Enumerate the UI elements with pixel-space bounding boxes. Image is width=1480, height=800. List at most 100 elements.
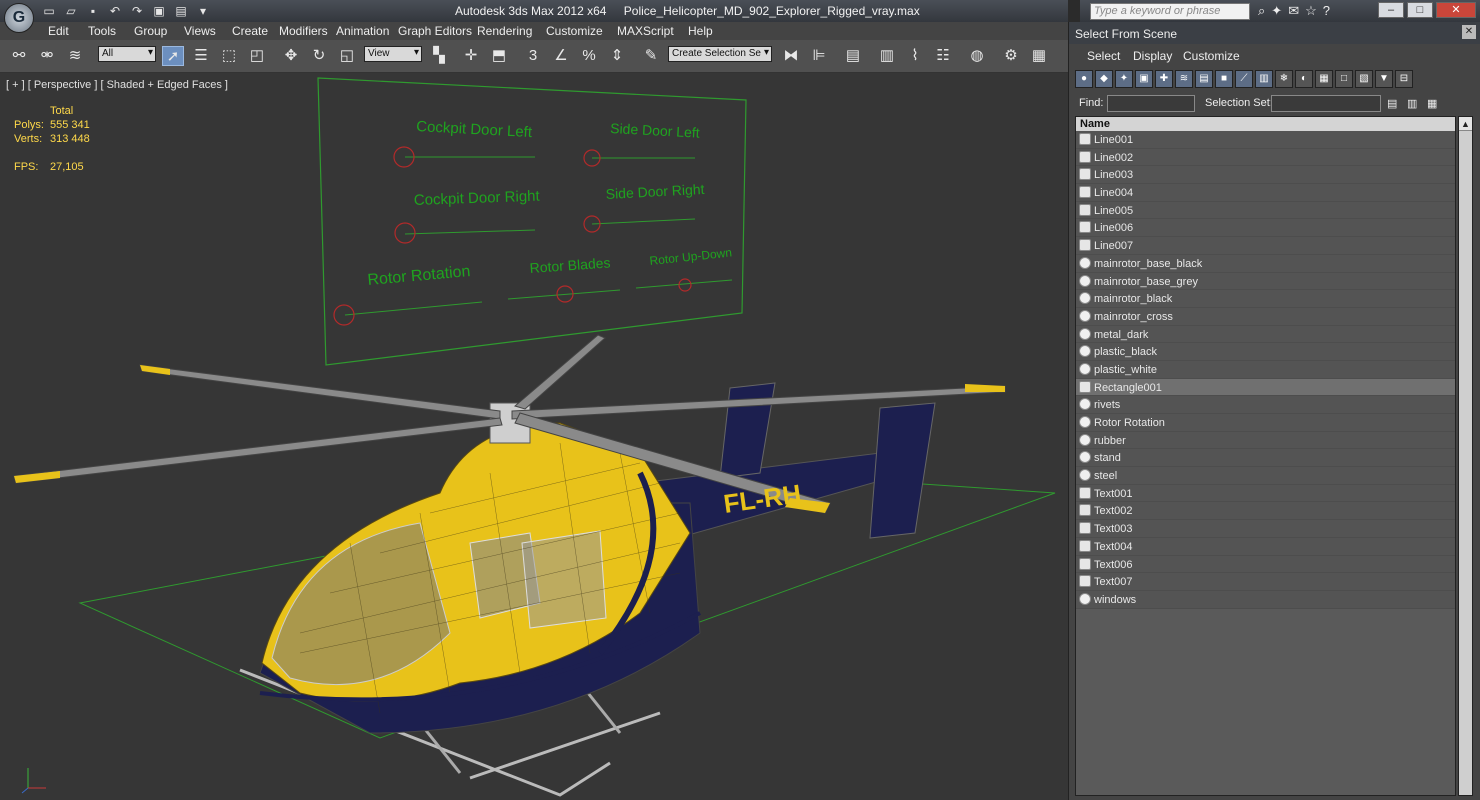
list-item[interactable]: Rotor Rotation xyxy=(1076,414,1455,432)
selection-set-remove-icon[interactable]: ▦ xyxy=(1427,97,1437,110)
list-item[interactable]: plastic_black xyxy=(1076,343,1455,361)
communication-icon[interactable]: ✉ xyxy=(1288,3,1299,19)
pivot-center-icon[interactable]: ▚ xyxy=(428,46,450,66)
list-item[interactable]: steel xyxy=(1076,467,1455,485)
display-xrefs-icon[interactable]: ■ xyxy=(1215,70,1233,88)
list-item[interactable]: mainrotor_base_grey xyxy=(1076,272,1455,291)
display-frozen-icon[interactable]: ❄ xyxy=(1275,70,1293,88)
name-column-header[interactable]: Name xyxy=(1076,117,1455,131)
menu-edit[interactable]: Edit xyxy=(48,24,69,38)
select-and-rotate-icon[interactable]: ↻ xyxy=(308,46,330,66)
slider-knob-rotor-rotation[interactable] xyxy=(333,304,355,326)
list-item[interactable]: Line004 xyxy=(1076,184,1455,202)
list-item[interactable]: Line002 xyxy=(1076,148,1455,167)
help-icon[interactable]: ? xyxy=(1323,3,1330,19)
list-item[interactable]: Text002 xyxy=(1076,502,1455,521)
display-geometry-icon[interactable]: ● xyxy=(1075,70,1093,88)
menu-maxscript[interactable]: MAXScript xyxy=(617,24,674,38)
viewport-label[interactable]: [ + ] [ Perspective ] [ Shaded + Edged F… xyxy=(6,79,228,91)
list-item[interactable]: Line003 xyxy=(1076,166,1455,185)
rectangular-selection-icon[interactable]: ⬚ xyxy=(218,46,240,66)
display-groups-icon[interactable]: ▤ xyxy=(1195,70,1213,88)
app-logo[interactable]: G xyxy=(4,3,34,33)
list-item[interactable]: plastic_white xyxy=(1076,360,1455,379)
align-icon[interactable]: ⊫ xyxy=(808,46,830,66)
filter-icon[interactable]: ▼ xyxy=(1375,70,1393,88)
new-file-icon[interactable]: ▭ xyxy=(40,3,58,19)
bind-to-space-warp-icon[interactable]: ≋ xyxy=(64,46,86,66)
display-bones-icon[interactable]: ⟋ xyxy=(1235,70,1253,88)
percent-snap-icon[interactable]: % xyxy=(578,46,600,66)
selection-filter-dropdown[interactable]: All xyxy=(98,46,156,62)
menu-group[interactable]: Group xyxy=(134,24,167,38)
keyword-search-input[interactable]: Type a keyword or phrase xyxy=(1090,3,1250,20)
select-object-icon[interactable]: ➚ xyxy=(162,46,184,66)
list-item[interactable]: Text003 xyxy=(1076,520,1455,538)
minimize-button[interactable]: – xyxy=(1378,2,1404,18)
undo-icon[interactable]: ↶ xyxy=(106,3,124,19)
unlink-icon[interactable]: ⚮ xyxy=(36,46,58,66)
menu-tools[interactable]: Tools xyxy=(88,24,116,38)
list-item[interactable]: mainrotor_base_black xyxy=(1076,254,1455,273)
list-item[interactable]: Line001 xyxy=(1076,131,1455,149)
menu-create[interactable]: Create xyxy=(232,24,268,38)
filter-options-icon[interactable]: ⊟ xyxy=(1395,70,1413,88)
display-lights-icon[interactable]: ✦ xyxy=(1115,70,1133,88)
list-item[interactable]: Text004 xyxy=(1076,537,1455,556)
display-helpers-icon[interactable]: ✚ xyxy=(1155,70,1173,88)
close-button[interactable]: ✕ xyxy=(1436,2,1476,18)
list-item[interactable]: Rectangle001 xyxy=(1076,378,1455,397)
menu-help[interactable]: Help xyxy=(688,24,713,38)
menu-customize[interactable]: Customize xyxy=(546,24,603,38)
render-setup-icon[interactable]: ⚙ xyxy=(1000,46,1022,66)
select-by-name-icon[interactable]: ☰ xyxy=(190,46,212,66)
graphite-ribbon-icon[interactable]: ▥ xyxy=(876,46,898,66)
render-frame-icon[interactable]: ▦ xyxy=(1028,46,1050,66)
list-item[interactable]: Line006 xyxy=(1076,219,1455,238)
window-crossing-icon[interactable]: ◰ xyxy=(246,46,268,66)
selection-set-dropdown[interactable] xyxy=(1271,95,1381,112)
named-selection-set-dropdown[interactable]: Create Selection Se xyxy=(668,46,772,62)
perspective-viewport[interactable]: Cockpit Door Left Side Door Left Cockpit… xyxy=(0,73,1068,800)
save-icon[interactable]: ▪ xyxy=(84,3,102,19)
list-item[interactable]: windows xyxy=(1076,590,1455,609)
open-file-icon[interactable]: ▱ xyxy=(62,3,80,19)
display-none-icon[interactable]: □ xyxy=(1335,70,1353,88)
select-and-manipulate-icon[interactable]: ✛ xyxy=(460,46,482,66)
display-shapes-icon[interactable]: ◆ xyxy=(1095,70,1113,88)
find-input[interactable] xyxy=(1107,95,1195,112)
list-item[interactable]: Text001 xyxy=(1076,484,1455,503)
menu-animation[interactable]: Animation xyxy=(336,24,389,38)
menu-rendering[interactable]: Rendering xyxy=(477,24,532,38)
snaps-toggle-icon[interactable]: 3 xyxy=(522,46,544,66)
list-item[interactable]: Text007 xyxy=(1076,573,1455,591)
dialog-menu-select[interactable]: Select xyxy=(1087,49,1120,63)
maximize-button[interactable]: □ xyxy=(1407,2,1433,18)
display-invert-icon[interactable]: ▧ xyxy=(1355,70,1373,88)
binoculars-icon[interactable]: ⌕ xyxy=(1258,3,1265,19)
select-and-move-icon[interactable]: ✥ xyxy=(280,46,302,66)
list-item[interactable]: mainrotor_cross xyxy=(1076,307,1455,326)
menu-modifiers[interactable]: Modifiers xyxy=(279,24,328,38)
scroll-up-icon[interactable]: ▲ xyxy=(1459,117,1472,131)
display-spacewarps-icon[interactable]: ≋ xyxy=(1175,70,1193,88)
list-item[interactable]: Text006 xyxy=(1076,555,1455,574)
menu-graph-editors[interactable]: Graph Editors xyxy=(398,24,472,38)
list-item[interactable]: rubber xyxy=(1076,431,1455,450)
selection-set-edit-icon[interactable]: ▤ xyxy=(1387,97,1397,110)
display-all-icon[interactable]: ▦ xyxy=(1315,70,1333,88)
hold-icon[interactable]: ▣ xyxy=(150,3,168,19)
keyboard-shortcut-override-icon[interactable]: ⬒ xyxy=(488,46,510,66)
list-item[interactable]: mainrotor_black xyxy=(1076,290,1455,308)
subscription-icon[interactable]: ✦ xyxy=(1271,3,1282,19)
mirror-icon[interactable]: ⧓ xyxy=(780,46,802,66)
favorites-star-icon[interactable]: ☆ xyxy=(1305,3,1317,19)
dialog-menu-display[interactable]: Display xyxy=(1133,49,1172,63)
material-editor-icon[interactable]: ◍ xyxy=(966,46,988,66)
select-and-scale-icon[interactable]: ◱ xyxy=(336,46,358,66)
scene-object-list[interactable]: Name Line001 Line002 Line003 Line004 Line005… xyxy=(1075,116,1456,796)
list-item[interactable]: stand xyxy=(1076,449,1455,468)
list-item[interactable]: rivets xyxy=(1076,396,1455,414)
slider-knob-rotor-updown[interactable] xyxy=(678,278,692,292)
reference-coordinate-dropdown[interactable]: View xyxy=(364,46,422,62)
